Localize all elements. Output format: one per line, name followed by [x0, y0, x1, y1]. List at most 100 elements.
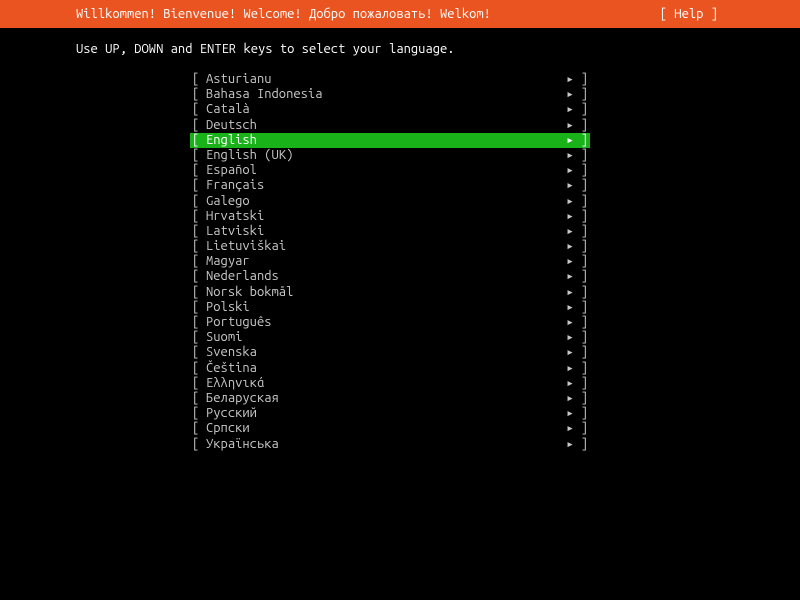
language-list: [Asturianu▸][Bahasa Indonesia▸][Català▸]… [0, 72, 800, 452]
language-item[interactable]: [Polski▸] [190, 300, 590, 315]
bracket-close: ] [574, 178, 590, 193]
bracket-close: ] [574, 224, 590, 239]
bracket-close: ] [574, 361, 590, 376]
language-item[interactable]: [Galego▸] [190, 194, 590, 209]
language-item[interactable]: [Čeština▸] [190, 361, 590, 376]
bracket-close: ] [574, 406, 590, 421]
bracket-close: ] [574, 315, 590, 330]
bracket-open: [ [190, 391, 206, 406]
bracket-close: ] [574, 209, 590, 224]
bracket-open: [ [190, 102, 206, 117]
language-label: Suomi [206, 330, 554, 345]
bracket-open: [ [190, 254, 206, 269]
language-item[interactable]: [English (UK)▸] [190, 148, 590, 163]
bracket-close: ] [574, 102, 590, 117]
help-button[interactable]: [ Help ] [660, 7, 718, 21]
language-item[interactable]: [Português▸] [190, 315, 590, 330]
language-label: Čeština [206, 361, 554, 376]
language-item[interactable]: [Беларуская▸] [190, 391, 590, 406]
language-item[interactable]: [Ελληνικά▸] [190, 376, 590, 391]
bracket-open: [ [190, 437, 206, 452]
submenu-arrow-icon: ▸ [554, 87, 574, 102]
bracket-close: ] [574, 254, 590, 269]
language-item[interactable]: [Español▸] [190, 163, 590, 178]
submenu-arrow-icon: ▸ [554, 254, 574, 269]
language-label: Français [206, 178, 554, 193]
bracket-open: [ [190, 269, 206, 284]
language-label: English [206, 133, 554, 148]
bracket-close: ] [574, 133, 590, 148]
language-label: Русский [206, 406, 554, 421]
language-label: Polski [206, 300, 554, 315]
submenu-arrow-icon: ▸ [554, 285, 574, 300]
submenu-arrow-icon: ▸ [554, 437, 574, 452]
submenu-arrow-icon: ▸ [554, 118, 574, 133]
bracket-open: [ [190, 239, 206, 254]
language-item[interactable]: [Nederlands▸] [190, 269, 590, 284]
bracket-open: [ [190, 224, 206, 239]
language-label: Bahasa Indonesia [206, 87, 554, 102]
bracket-open: [ [190, 209, 206, 224]
language-item[interactable]: [Norsk bokmål▸] [190, 285, 590, 300]
language-item[interactable]: [Magyar▸] [190, 254, 590, 269]
submenu-arrow-icon: ▸ [554, 345, 574, 360]
language-label: Norsk bokmål [206, 285, 554, 300]
language-item[interactable]: [Svenska▸] [190, 345, 590, 360]
language-item[interactable]: [English▸] [190, 133, 590, 148]
header-bar: Willkommen! Bienvenue! Welcome! Добро по… [0, 0, 800, 28]
language-item[interactable]: [Asturianu▸] [190, 72, 590, 87]
bracket-open: [ [190, 330, 206, 345]
bracket-open: [ [190, 87, 206, 102]
bracket-open: [ [190, 285, 206, 300]
bracket-close: ] [574, 285, 590, 300]
submenu-arrow-icon: ▸ [554, 102, 574, 117]
language-label: Latviski [206, 224, 554, 239]
bracket-open: [ [190, 194, 206, 209]
submenu-arrow-icon: ▸ [554, 239, 574, 254]
language-item[interactable]: [Русский▸] [190, 406, 590, 421]
submenu-arrow-icon: ▸ [554, 133, 574, 148]
language-item[interactable]: [Català▸] [190, 102, 590, 117]
submenu-arrow-icon: ▸ [554, 269, 574, 284]
bracket-open: [ [190, 148, 206, 163]
bracket-close: ] [574, 163, 590, 178]
submenu-arrow-icon: ▸ [554, 72, 574, 87]
language-item[interactable]: [Српски▸] [190, 421, 590, 436]
submenu-arrow-icon: ▸ [554, 194, 574, 209]
language-item[interactable]: [Latviski▸] [190, 224, 590, 239]
welcome-title: Willkommen! Bienvenue! Welcome! Добро по… [76, 7, 491, 21]
language-item[interactable]: [Hrvatski▸] [190, 209, 590, 224]
language-label: Svenska [206, 345, 554, 360]
bracket-close: ] [574, 330, 590, 345]
bracket-close: ] [574, 148, 590, 163]
language-label: Galego [206, 194, 554, 209]
bracket-close: ] [574, 118, 590, 133]
bracket-close: ] [574, 391, 590, 406]
bracket-close: ] [574, 300, 590, 315]
bracket-open: [ [190, 421, 206, 436]
language-item[interactable]: [Deutsch▸] [190, 118, 590, 133]
language-item[interactable]: [Suomi▸] [190, 330, 590, 345]
language-label: Magyar [206, 254, 554, 269]
bracket-open: [ [190, 118, 206, 133]
language-label: Hrvatski [206, 209, 554, 224]
language-label: Deutsch [206, 118, 554, 133]
language-item[interactable]: [Українська▸] [190, 437, 590, 452]
submenu-arrow-icon: ▸ [554, 361, 574, 376]
submenu-arrow-icon: ▸ [554, 163, 574, 178]
language-label: Lietuviškai [206, 239, 554, 254]
language-item[interactable]: [Bahasa Indonesia▸] [190, 87, 590, 102]
bracket-close: ] [574, 269, 590, 284]
language-label: Українська [206, 437, 554, 452]
submenu-arrow-icon: ▸ [554, 376, 574, 391]
bracket-open: [ [190, 72, 206, 87]
submenu-arrow-icon: ▸ [554, 315, 574, 330]
bracket-close: ] [574, 194, 590, 209]
bracket-close: ] [574, 421, 590, 436]
language-item[interactable]: [Français▸] [190, 178, 590, 193]
submenu-arrow-icon: ▸ [554, 406, 574, 421]
language-label: Português [206, 315, 554, 330]
submenu-arrow-icon: ▸ [554, 178, 574, 193]
bracket-close: ] [574, 239, 590, 254]
language-item[interactable]: [Lietuviškai▸] [190, 239, 590, 254]
